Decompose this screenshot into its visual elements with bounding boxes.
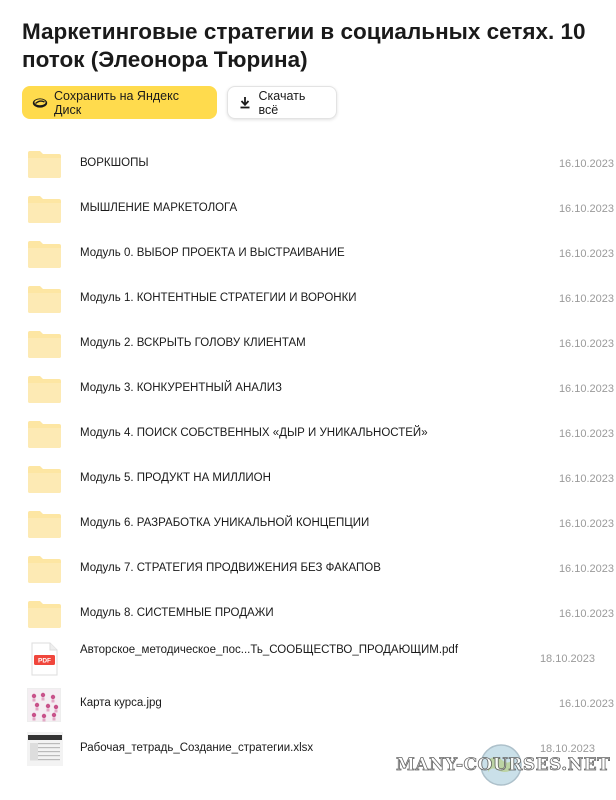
- folder-row[interactable]: Модуль 1. КОНТЕНТНЫЕ СТРАТЕГИИ И ВОРОНКИ…: [0, 277, 616, 322]
- download-icon: [238, 95, 253, 111]
- folder-icon: [27, 375, 62, 404]
- folder-row[interactable]: ВОРКШОПЫ 16.10.2023: [0, 142, 616, 187]
- item-date: 16.10.2023: [558, 248, 614, 260]
- folder-icon: [27, 285, 62, 314]
- item-date: 16.10.2023: [558, 428, 614, 440]
- item-name: Модуль 5. ПРОДУКТ НА МИЛЛИОН: [80, 472, 271, 484]
- item-name: ВОРКШОПЫ: [80, 157, 149, 169]
- folder-row[interactable]: Модуль 3. КОНКУРЕНТНЫЙ АНАЛИЗ 16.10.2023: [0, 367, 616, 412]
- item-date: 16.10.2023: [558, 698, 614, 710]
- item-date: 16.10.2023: [558, 608, 614, 620]
- folder-row[interactable]: МЫШЛЕНИЕ МАРКЕТОЛОГА 16.10.2023: [0, 187, 616, 232]
- item-name: Модуль 4. ПОИСК СОБСТВЕННЫХ «ДЫР И УНИКА…: [80, 427, 428, 439]
- item-name: МЫШЛЕНИЕ МАРКЕТОЛОГА: [80, 202, 238, 214]
- file-row[interactable]: Карта курса.jpg 16.10.2023: [0, 682, 616, 727]
- pdf-badge: PDF: [38, 658, 51, 665]
- item-name: Модуль 1. КОНТЕНТНЫЕ СТРАТЕГИИ И ВОРОНКИ: [80, 292, 357, 304]
- item-date: 16.10.2023: [558, 293, 614, 305]
- item-name: Модуль 7. СТРАТЕГИЯ ПРОДВИЖЕНИЯ БЕЗ ФАКА…: [80, 562, 381, 574]
- download-all-button[interactable]: Скачать всё: [227, 86, 337, 119]
- spreadsheet-thumbnail: [27, 732, 63, 766]
- watermark: MANY-COURSES.NET: [396, 755, 611, 776]
- item-date: 16.10.2023: [558, 383, 614, 395]
- folder-icon: [27, 420, 62, 449]
- item-date: 18.10.2023: [539, 653, 595, 665]
- folder-row[interactable]: Модуль 0. ВЫБОР ПРОЕКТА И ВЫСТРАИВАНИЕ 16…: [0, 232, 616, 277]
- folder-row[interactable]: Модуль 6. РАЗРАБОТКА УНИКАЛЬНОЙ КОНЦЕПЦИ…: [0, 502, 616, 547]
- folder-icon: [27, 195, 62, 224]
- item-name: Модуль 0. ВЫБОР ПРОЕКТА И ВЫСТРАИВАНИЕ: [80, 247, 345, 259]
- item-name: Рабочая_тетрадь_Создание_стратегии.xlsx: [80, 742, 314, 754]
- folder-row[interactable]: Модуль 7. СТРАТЕГИЯ ПРОДВИЖЕНИЯ БЕЗ ФАКА…: [0, 547, 616, 592]
- folder-row[interactable]: Модуль 5. ПРОДУКТ НА МИЛЛИОН 16.10.2023: [0, 457, 616, 502]
- file-row[interactable]: PDF Авторское_методическое_пос...Ть_СООБЩ…: [0, 637, 616, 682]
- item-name: Модуль 2. ВСКРЫТЬ ГОЛОВУ КЛИЕНТАМ: [80, 337, 306, 349]
- item-name: Авторское_методическое_пос...Ть_СООБЩЕСТ…: [80, 644, 459, 656]
- folder-icon: [27, 330, 62, 359]
- folder-icon: [27, 150, 62, 179]
- save-to-disk-button[interactable]: Сохранить на Яндекс Диск: [22, 86, 217, 119]
- action-bar: Сохранить на Яндекс Диск Скачать всё: [22, 86, 337, 119]
- item-name: Модуль 8. СИСТЕМНЫЕ ПРОДАЖИ: [80, 607, 274, 619]
- file-list: ВОРКШОПЫ 16.10.2023 МЫШЛЕНИЕ МАРКЕТОЛОГА 16…: [0, 142, 616, 772]
- folder-icon: [27, 465, 62, 494]
- folder-icon: [27, 600, 62, 629]
- item-date: 16.10.2023: [558, 338, 614, 350]
- item-name: Модуль 3. КОНКУРЕНТНЫЙ АНАЛИЗ: [80, 382, 282, 394]
- page-title: Маркетинговые стратегии в социальных сет…: [22, 19, 586, 72]
- save-button-label: Сохранить на Яндекс Диск: [54, 88, 179, 117]
- item-date: 18.10.2023: [539, 743, 595, 755]
- yandex-disk-icon: [32, 95, 48, 111]
- folder-row[interactable]: Модуль 2. ВСКРЫТЬ ГОЛОВУ КЛИЕНТАМ 16.10.2…: [0, 322, 616, 367]
- item-date: 16.10.2023: [558, 563, 614, 575]
- folder-icon: [27, 240, 62, 269]
- pdf-file-icon: PDF: [31, 642, 58, 676]
- folder-row[interactable]: Модуль 8. СИСТЕМНЫЕ ПРОДАЖИ 16.10.2023: [0, 592, 616, 637]
- image-thumbnail: [27, 688, 61, 722]
- item-name: Модуль 6. РАЗРАБОТКА УНИКАЛЬНОЙ КОНЦЕПЦИ…: [80, 517, 370, 529]
- download-button-label: Скачать всё: [258, 88, 306, 117]
- item-date: 16.10.2023: [558, 473, 614, 485]
- folder-icon: [27, 510, 62, 539]
- folder-row[interactable]: Модуль 4. ПОИСК СОБСТВЕННЫХ «ДЫР И УНИКА…: [0, 412, 616, 457]
- item-date: 16.10.2023: [558, 158, 614, 170]
- item-date: 16.10.2023: [558, 203, 614, 215]
- item-name: Карта курса.jpg: [80, 697, 162, 709]
- item-date: 16.10.2023: [558, 518, 614, 530]
- folder-icon: [27, 555, 62, 584]
